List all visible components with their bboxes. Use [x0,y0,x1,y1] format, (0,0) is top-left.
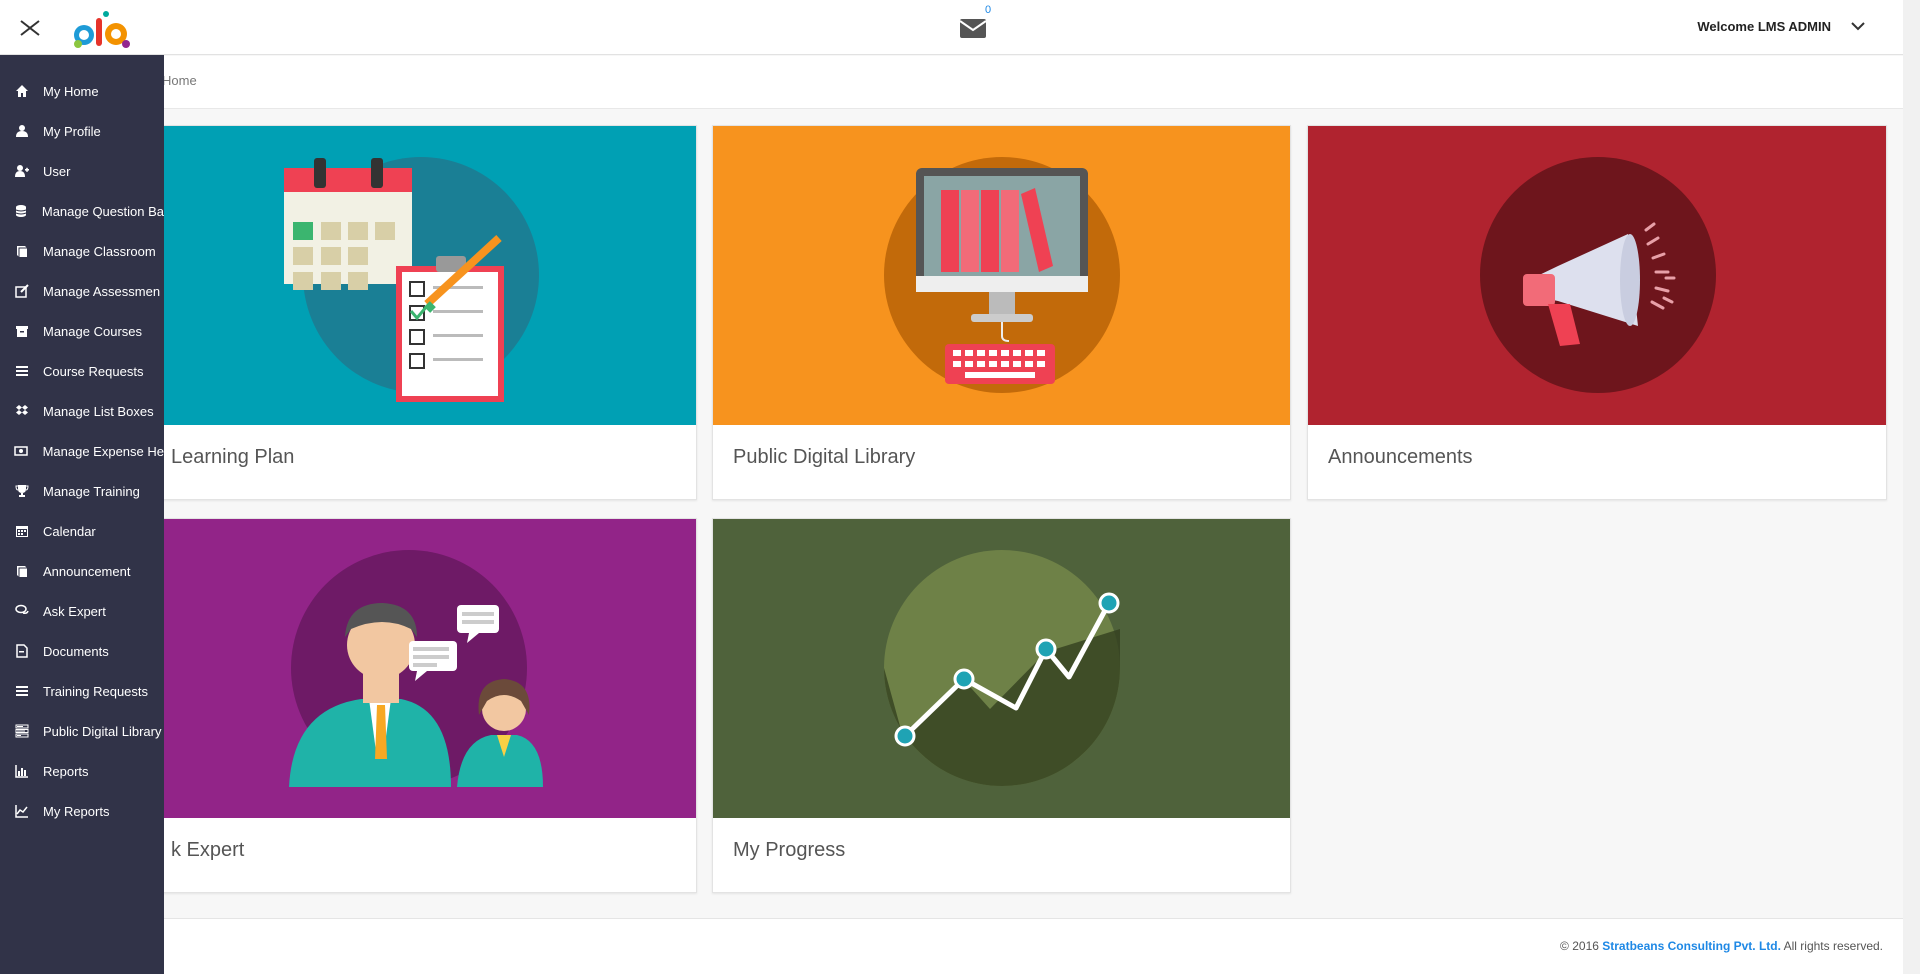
sidebar-item-label: Public Digital Library [43,723,162,739]
breadcrumb[interactable]: Home [162,73,197,88]
sidebar-item-training-requests[interactable]: Training Requests [0,671,164,711]
sidebar-item-manage-courses[interactable]: Manage Courses [0,311,164,351]
sidebar-item-course-requests[interactable]: Course Requests [0,351,164,391]
sidebar-item-label: Manage Courses [43,323,142,339]
calendar-icon [0,524,43,538]
tasks-icon [0,724,43,738]
sidebar-item-reports[interactable]: Reports [0,751,164,791]
money-icon [0,444,43,458]
page-footer: © 2016 Stratbeans Consulting Pvt. Ltd. A… [0,918,1903,974]
chevron-down-icon[interactable] [1849,17,1867,35]
ask-expert-illustration [151,519,696,818]
sidebar-item-ask-expert[interactable]: Ask Expert [0,591,164,631]
sidebar-item-manage-assessmen[interactable]: Manage Assessmen [0,271,164,311]
footer-copyright: © 2016 Stratbeans Consulting Pvt. Ltd. A… [1560,939,1883,953]
sidebar-item-label: Ask Expert [43,603,106,619]
book-icon [0,564,43,578]
card-title: My Progress [733,839,846,861]
sidebar-item-label: Training Requests [43,683,149,699]
sidebar-toggle-icon[interactable] [18,16,42,40]
company-link[interactable]: Stratbeans Consulting Pvt. Ltd. [1602,939,1781,953]
public-digital-library-card[interactable]: Public Digital Library [712,125,1291,500]
sidebar-item-public-digital-library[interactable]: Public Digital Library [0,711,164,751]
user-icon [0,124,43,138]
digital-library-illustration [713,126,1290,425]
ask-expert-card[interactable]: k Expert [150,518,697,893]
dropbox-icon [0,404,43,418]
card-title: Announcements [1328,446,1473,468]
my-progress-card[interactable]: My Progress [712,518,1291,893]
sidebar-item-user[interactable]: User [0,151,164,191]
mail-count-badge: 0 [985,4,992,16]
sidebar-item-label: Manage Question Ba [41,203,164,219]
document-icon [0,644,43,658]
sidebar-item-label: My Reports [43,803,110,819]
sidebar-item-documents[interactable]: Documents [0,631,164,671]
sidebar-item-my-profile[interactable]: My Profile [0,111,164,151]
rights-text: All rights reserved. [1783,939,1883,953]
sidebar-item-manage-list-boxes[interactable]: Manage List Boxes [0,391,164,431]
learning-plan-card[interactable]: Learning Plan [150,125,697,500]
sidebar-item-label: Manage Assessmen [43,283,161,299]
database-icon [0,204,42,218]
card-title: Public Digital Library [733,446,916,468]
home-icon [0,84,43,98]
card-title: k Expert [171,839,245,861]
top-header: 0 Welcome LMS ADMIN [0,0,1903,55]
sidebar-item-label: My Profile [43,123,101,139]
sidebar-item-label: Manage Training [43,483,140,499]
welcome-user-text[interactable]: Welcome LMS ADMIN [1697,19,1831,34]
announcements-illustration [1308,126,1886,425]
sidebar-item-label: Course Requests [43,363,144,379]
breadcrumb-bar: Home [0,56,1903,109]
line-chart-icon [0,804,43,818]
card-title: Learning Plan [171,446,295,468]
sidebar-item-label: Calendar [43,523,96,539]
list-icon [0,364,43,378]
sidebar-item-label: My Home [43,83,99,99]
sidebar-item-label: Announcement [43,563,131,579]
sidebar-item-label: Manage Expense He [42,443,164,459]
sidebar-item-manage-question-ba[interactable]: Manage Question Ba [0,191,164,231]
sidebar-item-my-reports[interactable]: My Reports [0,791,164,831]
bar-chart-icon [0,764,43,778]
comments-icon [0,604,43,618]
archive-icon [0,324,43,338]
trophy-icon [0,484,43,498]
sidebar-item-announcement[interactable]: Announcement [0,551,164,591]
sidebar-menu: My Home My Profile User Manage Question Ba M… [0,55,164,974]
sidebar-item-label: Manage Classroom [43,243,156,259]
app-logo[interactable] [70,8,132,50]
my-progress-illustration [713,519,1290,818]
copyright-year: © 2016 [1560,939,1599,953]
sidebar-item-label: User [43,163,71,179]
list-icon [0,684,43,698]
sidebar-item-manage-classroom[interactable]: Manage Classroom [0,231,164,271]
sidebar-item-label: Documents [43,643,109,659]
sidebar-item-label: Reports [43,763,89,779]
mail-icon[interactable] [958,14,988,42]
user-plus-icon [0,164,43,178]
sidebar-item-manage-expense-he[interactable]: Manage Expense He [0,431,164,471]
page-scrollbar[interactable] [1903,0,1920,974]
sidebar-item-label: Manage List Boxes [43,403,154,419]
announcements-card[interactable]: Announcements [1307,125,1887,500]
book-icon [0,244,43,258]
sidebar-item-manage-training[interactable]: Manage Training [0,471,164,511]
sidebar-item-my-home[interactable]: My Home [0,71,164,111]
edit-icon [0,284,43,298]
learning-plan-illustration [151,126,696,425]
sidebar-item-calendar[interactable]: Calendar [0,511,164,551]
